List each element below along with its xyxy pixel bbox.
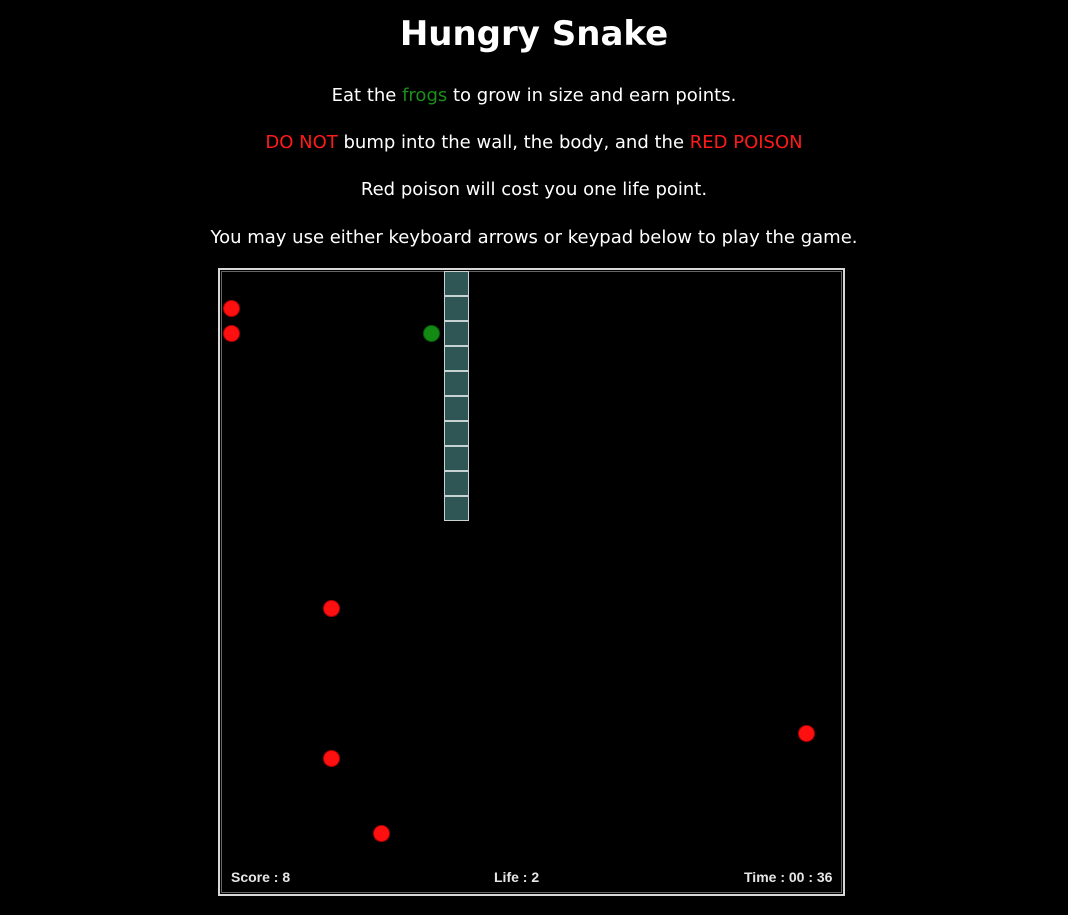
frogs-highlight: frogs xyxy=(402,85,448,106)
snake-segment xyxy=(444,346,469,371)
instruction-controls: You may use either keyboard arrows or ke… xyxy=(210,227,858,248)
red-poison xyxy=(798,725,815,742)
do-not-highlight: DO NOT xyxy=(265,132,338,153)
instruction-poison: Red poison will cost you one life point. xyxy=(360,179,708,200)
instruction-text: to grow in size and earn points. xyxy=(447,85,737,106)
red-poison xyxy=(223,325,240,342)
game-page: Hungry Snake Eat the frogs to grow in si… xyxy=(0,0,1068,915)
game-board[interactable] xyxy=(218,268,845,896)
snake-segment xyxy=(444,496,469,521)
page-title: Hungry Snake xyxy=(399,14,669,54)
red-poison xyxy=(373,825,390,842)
instruction-warning: DO NOT bump into the wall, the body, and… xyxy=(0,131,1068,155)
game-board-inner xyxy=(221,271,842,893)
instruction-frogs: Eat the frogs to grow in size and earn p… xyxy=(0,84,1068,108)
instruction-text: Eat the xyxy=(331,85,403,106)
frog xyxy=(423,325,440,342)
snake-segment xyxy=(444,471,469,496)
snake-segment xyxy=(444,321,469,346)
snake-segment xyxy=(444,421,469,446)
snake-segment xyxy=(444,296,469,321)
red-poison xyxy=(323,600,340,617)
snake-segment xyxy=(444,371,469,396)
snake-segment xyxy=(444,271,469,296)
red-poison xyxy=(323,750,340,767)
score-display: Score : 8 xyxy=(231,869,291,885)
red-poison-highlight: RED POISON xyxy=(689,132,803,153)
instruction-text: bump into the wall, the body, and the xyxy=(337,132,690,153)
snake-segment xyxy=(444,446,469,471)
red-poison xyxy=(223,300,240,317)
snake-segment xyxy=(444,396,469,421)
life-display: Life : 2 xyxy=(494,869,540,885)
time-display: Time : 00 : 36 xyxy=(744,869,833,885)
